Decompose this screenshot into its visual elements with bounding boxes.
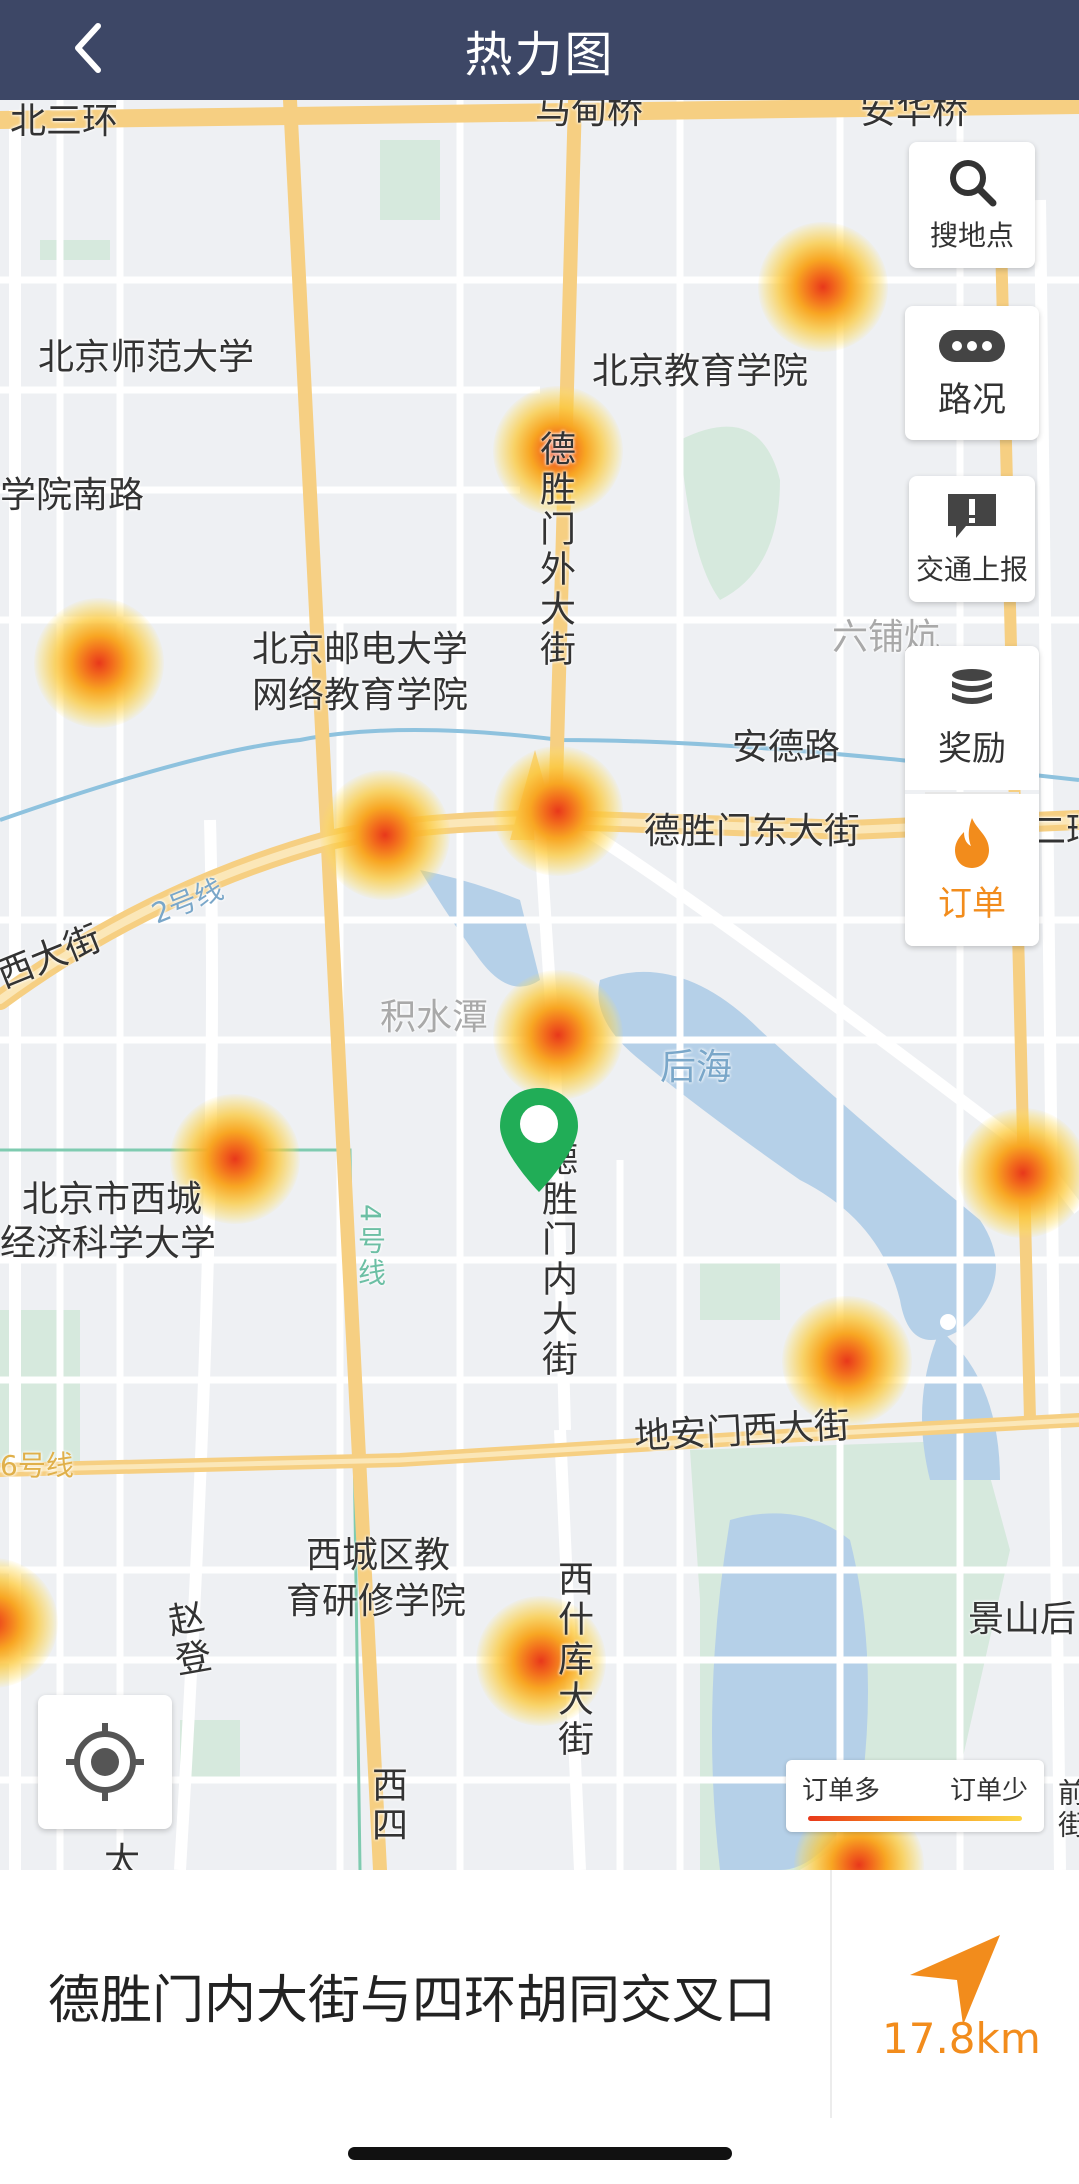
flame-icon (955, 817, 989, 868)
search-icon (950, 160, 997, 207)
coins-icon (952, 668, 992, 704)
search-place-label: 搜地点 (929, 219, 1014, 252)
poi-label: 景山后 (968, 1599, 1077, 1640)
legend-less-label: 订单少 (949, 1776, 1028, 1806)
road-label: 学院南路 (0, 475, 145, 516)
page-title: 热力图 (464, 27, 615, 83)
locate-button[interactable] (38, 1695, 172, 1829)
traffic-report-label: 交通上报 (915, 553, 1028, 586)
road-label: 德胜门东大街 (644, 811, 861, 852)
heat-spot (758, 222, 888, 352)
bridge-label: 马甸桥 (535, 100, 644, 132)
order-button[interactable]: 订单 (905, 794, 1039, 946)
water-label: 后海 (660, 1047, 733, 1088)
subway-label: 4号线 (354, 1204, 387, 1290)
road-label: 北三环 (10, 101, 119, 142)
poi-label: 经济科学大学 (0, 1223, 217, 1264)
legend-gradient-bar (808, 1816, 1022, 1821)
subway-label: 6号线 (0, 1449, 74, 1482)
road-label: 西什库大街 (552, 1560, 593, 1760)
heat-map[interactable]: 北三环 马甸桥 安华桥 北京师范大学 北京教育学院 学院南路 德胜门外大街 北京… (0, 100, 1079, 1870)
traffic-report-button[interactable]: 交通上报 (909, 476, 1035, 602)
poi-label: 北京邮电大学 (252, 629, 469, 670)
road-label: 前街 (1054, 1778, 1079, 1842)
search-place-button[interactable]: 搜地点 (909, 142, 1035, 268)
poi-label: 西城区教 (306, 1535, 451, 1576)
more-dots-icon (939, 329, 1005, 362)
address-text: 德胜门内大街与四环胡同交叉口 (48, 1971, 777, 2031)
exclamation-icon (948, 494, 996, 538)
traffic-button[interactable]: 路况 (905, 306, 1039, 440)
heat-spot (320, 770, 450, 900)
home-indicator (348, 2147, 732, 2160)
location-pin-icon (500, 1088, 578, 1192)
navigate-button[interactable]: 17.8km (832, 1870, 1079, 2118)
reward-label: 奖励 (938, 728, 1006, 769)
poi-label: 北京师范大学 (38, 337, 255, 378)
bridge-label: 安华桥 (860, 100, 969, 132)
traffic-label: 路况 (938, 379, 1006, 420)
road-label: 太 (104, 1841, 141, 1870)
reward-button[interactable]: 奖励 (905, 646, 1039, 790)
road-label: 安德路 (732, 727, 841, 768)
heat-spot (958, 1108, 1079, 1238)
chevron-left-icon (75, 23, 101, 73)
legend-more-label: 订单多 (802, 1776, 881, 1806)
back-button[interactable] (60, 18, 120, 78)
heat-spot (493, 970, 623, 1100)
poi-label: 北京教育学院 (592, 351, 809, 392)
order-label: 订单 (938, 883, 1006, 924)
distance-text: 17.8km (882, 2014, 1041, 2063)
heat-spot (34, 598, 164, 728)
poi-label: 育研修学院 (286, 1581, 467, 1622)
address-panel: 德胜门内大街与四环胡同交叉口 17.8km (0, 1870, 1079, 2184)
crosshair-icon (66, 1723, 144, 1801)
road-label: 西四 (366, 1766, 407, 1846)
poi-label: 网络教育学院 (252, 675, 469, 716)
road-label: 德胜门外大街 (534, 430, 575, 670)
heat-spot (493, 746, 623, 876)
heat-legend: 订单多 订单少 (786, 1760, 1044, 1832)
title-bar: 热力图 (0, 0, 1079, 100)
area-label: 积水潭 (380, 997, 489, 1038)
